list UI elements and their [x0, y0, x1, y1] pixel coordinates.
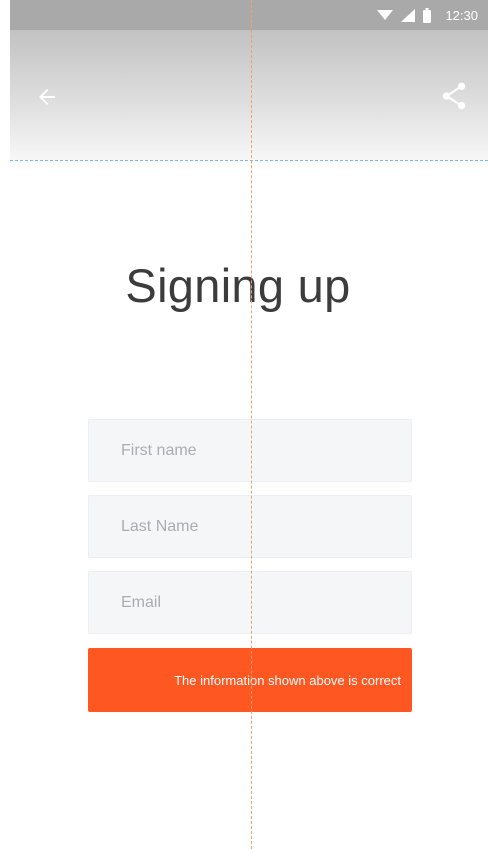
horizontal-guide-line [10, 160, 488, 161]
toolbar [10, 30, 488, 160]
email-input[interactable] [89, 572, 411, 633]
first-name-input[interactable] [89, 420, 411, 481]
vertical-guide-line [251, 0, 252, 849]
last-name-input[interactable] [89, 496, 411, 557]
first-name-field [88, 419, 412, 482]
status-time: 12:30 [445, 7, 478, 23]
confirm-button[interactable]: The information shown above is correct [88, 648, 412, 712]
battery-icon [423, 7, 432, 23]
confirm-button-label: The information shown above is correct [174, 672, 401, 688]
email-field [88, 571, 412, 634]
last-name-field [88, 495, 412, 558]
signal-icon [401, 8, 416, 22]
share-icon [442, 82, 466, 110]
back-button[interactable] [32, 82, 62, 112]
arrow-left-icon [39, 89, 55, 105]
share-button[interactable] [438, 80, 470, 112]
status-bar: 12:30 [10, 0, 488, 30]
signup-screen: 12:30 Signing up The inf [0, 0, 488, 849]
wifi-icon [377, 9, 394, 21]
page-title: Signing up [125, 259, 351, 312]
